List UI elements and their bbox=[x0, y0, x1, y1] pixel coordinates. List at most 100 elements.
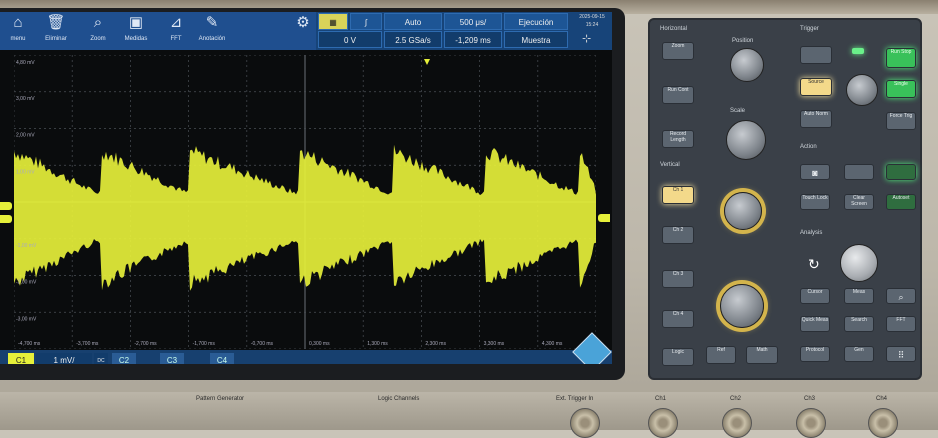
meas-key[interactable]: Meas bbox=[844, 288, 874, 304]
delete-button[interactable]: 🗑 Eliminar bbox=[38, 12, 74, 50]
c1-offset-marker[interactable] bbox=[0, 202, 12, 210]
auto-norm-key[interactable]: Auto Norm bbox=[800, 110, 832, 128]
apps-grid-icon: ⠿ bbox=[897, 350, 905, 360]
run-state[interactable]: Ejecución bbox=[504, 13, 568, 30]
settings-button[interactable]: ⚙ bbox=[292, 12, 314, 50]
pattern-generator-label: Pattern Generator bbox=[196, 396, 245, 402]
trigger-position-marker bbox=[424, 59, 430, 65]
trigger-level[interactable]: 0 V bbox=[318, 31, 382, 48]
trigger-menu-key[interactable] bbox=[800, 46, 832, 64]
c4-button[interactable]: C4 bbox=[210, 353, 234, 364]
ch4-connector[interactable] bbox=[868, 408, 898, 438]
x-tick-label: 4,300 ms bbox=[542, 341, 563, 347]
ext-trigger-connector[interactable] bbox=[570, 408, 600, 438]
c2-button[interactable]: C2 bbox=[112, 353, 136, 364]
time-display: 15:24 bbox=[585, 22, 599, 28]
touch-lock-key[interactable]: Touch Lock bbox=[800, 194, 830, 210]
measure-icon: ▣ bbox=[128, 14, 144, 31]
ch1-key[interactable]: Ch 1 bbox=[662, 186, 694, 204]
trigger-level-marker[interactable] bbox=[0, 215, 12, 223]
c1-coupling[interactable]: DC bbox=[94, 353, 108, 364]
save-key[interactable] bbox=[844, 164, 874, 180]
c3-button[interactable]: C3 bbox=[160, 353, 184, 364]
single-key[interactable]: Single bbox=[886, 80, 916, 98]
horizontal-scale-knob[interactable] bbox=[726, 120, 766, 160]
trash-icon: 🗑 bbox=[46, 14, 66, 31]
ch3-input-label: Ch3 bbox=[804, 396, 816, 402]
math-key[interactable]: Math bbox=[746, 346, 778, 364]
camera-key[interactable]: ◙ bbox=[800, 164, 830, 180]
run-stop-key[interactable]: Run Stop bbox=[886, 48, 916, 68]
oscilloscope-screen: ⌂ menu 🗑 Eliminar ⌕ Zoom ▣ Medidas ⊿ FFT ✎ Ano… bbox=[0, 12, 612, 364]
y-tick-label: -3,00 mV bbox=[16, 316, 37, 322]
acquisition-mode[interactable]: Muestra bbox=[504, 31, 568, 48]
measure-button[interactable]: ▣ Medidas bbox=[118, 12, 154, 50]
home-button[interactable]: ⌂ menu bbox=[0, 12, 36, 50]
autoset-key[interactable]: Autoset bbox=[886, 194, 916, 210]
cursor-key[interactable]: Cursor bbox=[800, 288, 830, 304]
zoom-button[interactable]: ⌕ Zoom bbox=[80, 12, 116, 50]
c1-scale[interactable]: 1 mV/ bbox=[36, 353, 92, 364]
gen-key[interactable]: Gen bbox=[844, 346, 874, 362]
ch3-connector[interactable] bbox=[796, 408, 826, 438]
zoom-key[interactable]: Zoom bbox=[662, 42, 694, 60]
ref-key[interactable]: Ref bbox=[706, 346, 736, 364]
trigger-mode[interactable]: Auto bbox=[384, 13, 442, 30]
ch4-key[interactable]: Ch 4 bbox=[662, 310, 694, 328]
vertical-position-knob[interactable] bbox=[724, 192, 762, 230]
multipurpose-knob[interactable] bbox=[840, 244, 878, 282]
search-func-key[interactable]: Search bbox=[844, 316, 874, 332]
front-connectors: Pattern Generator Logic Channels Ext. Tr… bbox=[0, 392, 938, 438]
x-tick-label: -0,700 ms bbox=[251, 341, 274, 347]
waveform-grid[interactable]: 4,80 mV 3,00 mV 2,00 mV 1,00 mV -1,00 mV -2,0… bbox=[13, 54, 597, 359]
protocol-key[interactable]: Protocol bbox=[800, 346, 830, 362]
record-length-key[interactable]: Record Length bbox=[662, 130, 694, 148]
network-icon: ⊹ bbox=[582, 33, 592, 45]
ch1-connector[interactable] bbox=[648, 408, 678, 438]
action-title: Action bbox=[800, 144, 817, 150]
zoom-icon: ⌕ bbox=[93, 14, 103, 31]
vertical-scale-knob[interactable] bbox=[720, 284, 764, 328]
trigger-level-knob[interactable] bbox=[846, 74, 878, 106]
horizontal-title: Horizontal bbox=[660, 26, 688, 32]
c1-button[interactable]: C1 bbox=[8, 353, 34, 364]
trigger-title: Trigger bbox=[800, 26, 819, 32]
x-tick-label: 2,300 ms bbox=[425, 341, 446, 347]
sample-rate[interactable]: 2.5 GSa/s bbox=[384, 31, 442, 48]
x-tick-label: 0,300 ms bbox=[309, 341, 330, 347]
analysis-title: Analysis bbox=[800, 230, 823, 236]
apps-key[interactable]: ⠿ bbox=[886, 346, 916, 362]
ch2-connector[interactable] bbox=[722, 408, 752, 438]
toolbar: ⌂ menu 🗑 Eliminar ⌕ Zoom ▣ Medidas ⊿ FFT ✎ Ano… bbox=[0, 12, 316, 50]
source-key[interactable]: Source bbox=[800, 78, 832, 96]
fft-button[interactable]: ⊿ FFT bbox=[158, 12, 194, 50]
x-tick-label: -4,700 ms bbox=[18, 341, 41, 347]
logic-channels-label: Logic Channels bbox=[378, 396, 420, 402]
green-key[interactable] bbox=[886, 164, 916, 180]
fft-key[interactable]: FFT bbox=[886, 316, 916, 332]
camera-icon: ◙ bbox=[812, 168, 818, 178]
ch3-key[interactable]: Ch 3 bbox=[662, 270, 694, 288]
search-icon: ⌕ bbox=[898, 292, 904, 302]
yellow-trace bbox=[14, 144, 596, 291]
waveform-svg: 4,80 mV 3,00 mV 2,00 mV 1,00 mV -1,00 mV -2,0… bbox=[13, 54, 597, 359]
ch2-key[interactable]: Ch 2 bbox=[662, 226, 694, 244]
horizontal-position-knob[interactable] bbox=[730, 48, 764, 82]
run-cont-key[interactable]: Run Cont bbox=[662, 86, 694, 104]
quick-meas-key[interactable]: Quick Meas bbox=[800, 316, 830, 332]
y-tick-label: 1,00 mV bbox=[16, 169, 35, 175]
time-offset[interactable]: -1,209 ms bbox=[444, 31, 502, 48]
logic-key[interactable]: Logic bbox=[662, 348, 694, 366]
trigger-indicator[interactable]: ▦ bbox=[318, 13, 348, 30]
trigger-slope[interactable]: ∫ bbox=[350, 13, 382, 30]
search-key[interactable]: ⌕ bbox=[886, 288, 916, 304]
right-level-marker[interactable] bbox=[598, 214, 610, 222]
force-trig-key[interactable]: Force Trig bbox=[886, 112, 916, 130]
x-tick-label: -1,700 ms bbox=[193, 341, 216, 347]
annotation-button[interactable]: ✎ Anotación bbox=[194, 12, 230, 50]
ch1-input-label: Ch1 bbox=[655, 396, 667, 402]
vertical-title: Vertical bbox=[660, 162, 680, 168]
timebase[interactable]: 500 μs/ bbox=[444, 13, 502, 30]
y-tick-label: 3,00 mV bbox=[16, 96, 35, 102]
clear-screen-key[interactable]: Clear Screen bbox=[844, 194, 874, 210]
